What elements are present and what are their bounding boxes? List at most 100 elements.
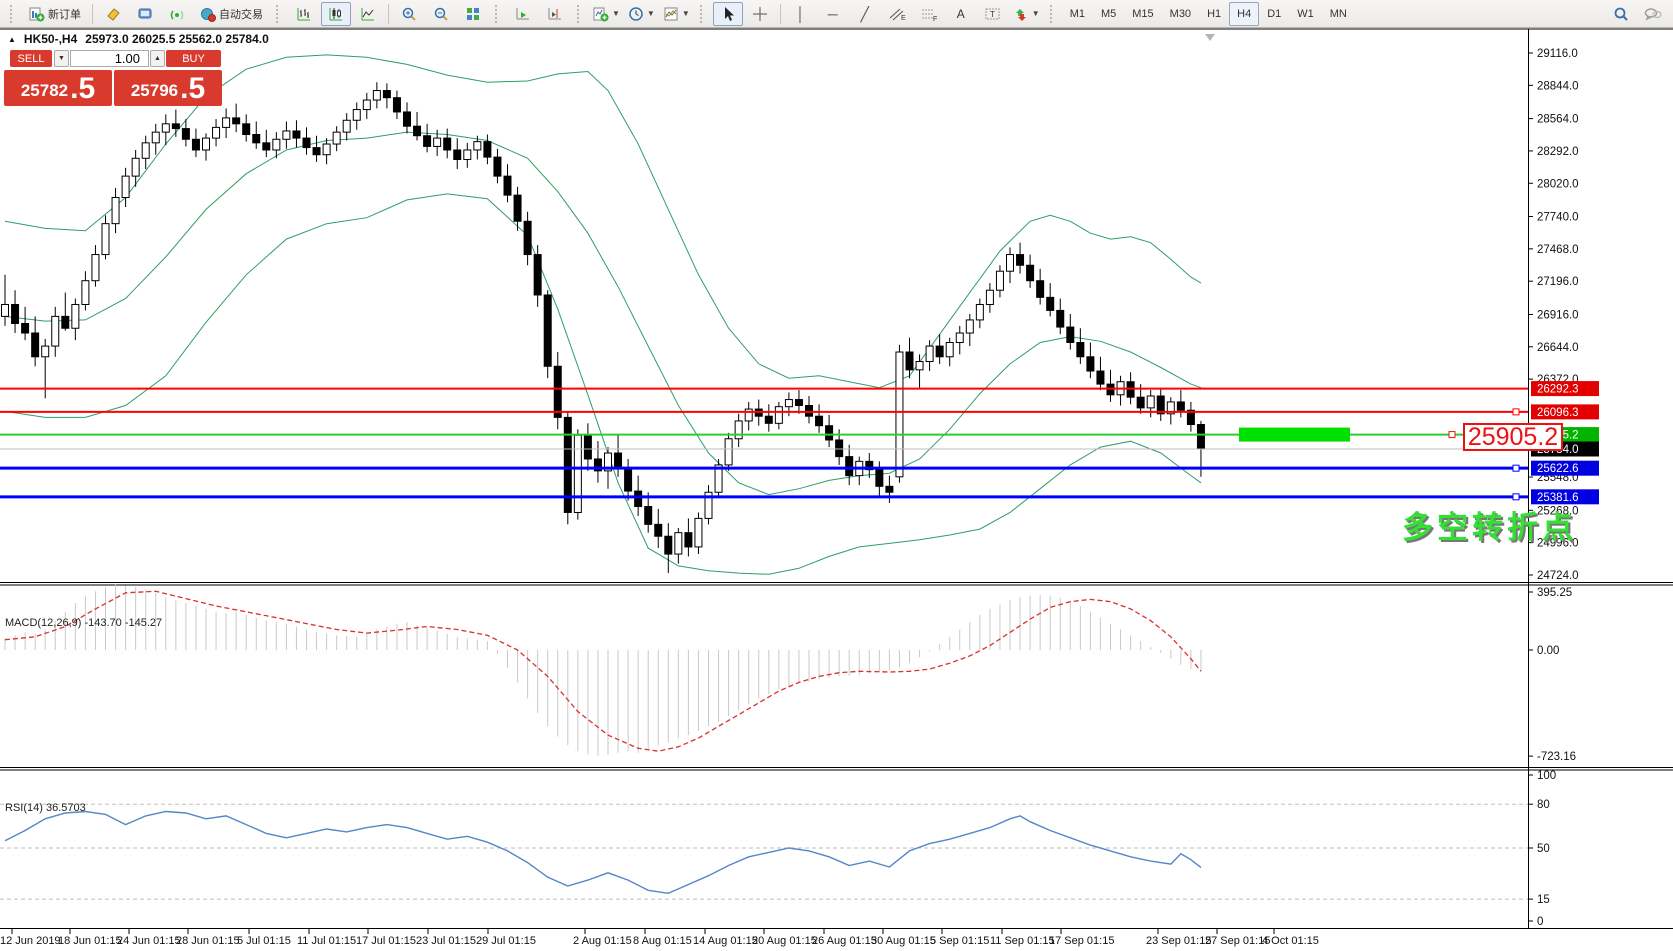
- toolbar-drag-handle[interactable]: [1049, 4, 1058, 23]
- auto-scroll-button[interactable]: [508, 2, 538, 26]
- sell-price-button[interactable]: 25782 .5: [4, 70, 112, 106]
- sell-price-main: 25782: [20, 81, 69, 100]
- timeframe-button-m1[interactable]: M1: [1062, 2, 1093, 26]
- timeframe-button-m15[interactable]: M15: [1124, 2, 1161, 26]
- line-chart-button[interactable]: [353, 2, 383, 26]
- toolbar-drag-handle[interactable]: [10, 4, 18, 23]
- date-axis-label: 30 Aug 01:15: [871, 935, 936, 947]
- chart-shift-button[interactable]: [540, 2, 570, 26]
- price-axis-tick-label: 29116.0: [1537, 48, 1578, 60]
- macd-axis-tick-label: 395.25: [1537, 587, 1572, 599]
- zoom-in-button[interactable]: [394, 2, 424, 26]
- price-axis-tick-label: 26644.0: [1537, 342, 1579, 354]
- indicators-button[interactable]: ▼: [590, 2, 623, 26]
- eraser-button[interactable]: [98, 2, 128, 26]
- zoom-out-icon: [434, 7, 448, 21]
- toolbar-drag-handle[interactable]: [577, 4, 585, 23]
- equidistant-channel-icon: E: [889, 8, 906, 22]
- periods-button[interactable]: ▼: [625, 2, 658, 26]
- timeframe-button-w1[interactable]: W1: [1289, 2, 1322, 26]
- chart-area[interactable]: MACD(12,26,9) -143.70 -145.27 395.25 0.00 -…: [0, 28, 1673, 951]
- new-order-button[interactable]: 新订单: [23, 2, 87, 26]
- crosshair-tool-button[interactable]: [745, 2, 775, 26]
- chat-icon: [1644, 7, 1662, 20]
- templates-caret: ▼: [681, 9, 690, 18]
- horizontal-line-icon: ─: [827, 5, 838, 22]
- arrows-tool-button[interactable]: ▼: [1010, 2, 1043, 26]
- svg-text:E: E: [901, 15, 906, 22]
- timeframe-button-m30[interactable]: M30: [1162, 2, 1199, 26]
- line-endpoint-handle[interactable]: [1512, 464, 1520, 472]
- channel-tool-button[interactable]: E: [882, 2, 912, 26]
- cursor-tool-button[interactable]: [712, 1, 743, 26]
- line-endpoint-handle[interactable]: [1512, 408, 1520, 416]
- fibonacci-tool-button[interactable]: F: [914, 2, 944, 26]
- trendline-tool-button[interactable]: ╱: [850, 2, 880, 26]
- date-axis-label: 28 Jun 01:15: [176, 935, 240, 947]
- chat-button[interactable]: [1638, 2, 1668, 26]
- timeframe-button-mn[interactable]: MN: [1322, 2, 1355, 26]
- volume-increase-button[interactable]: ▲: [150, 50, 165, 67]
- buy-price-button[interactable]: 25796 .5: [114, 70, 222, 106]
- candlestick-chart-button[interactable]: [321, 1, 351, 26]
- bar-chart-button[interactable]: [289, 2, 319, 26]
- new-order-icon: [29, 7, 45, 21]
- buy-button[interactable]: BUY: [166, 50, 221, 67]
- zoom-in-icon: [402, 7, 416, 21]
- date-axis-label: 20 Aug 01:15: [752, 935, 817, 947]
- arrows-icon: [1015, 8, 1026, 21]
- line-chart-icon: [361, 7, 374, 20]
- date-axis-label: 14 Aug 01:15: [693, 935, 758, 947]
- price-tag-anchor[interactable]: [1448, 431, 1456, 439]
- timeframe-button-h4[interactable]: H4: [1229, 1, 1260, 26]
- highlight-bar[interactable]: [1239, 427, 1350, 442]
- tile-windows-button[interactable]: [458, 2, 488, 26]
- search-icon: [1614, 7, 1628, 21]
- search-button[interactable]: [1606, 2, 1636, 26]
- rsi-axis-tick-label: 80: [1537, 799, 1550, 811]
- signal-button[interactable]: [162, 2, 192, 26]
- text-tool-button[interactable]: A: [946, 2, 976, 26]
- zoom-out-button[interactable]: [426, 2, 456, 26]
- text-label-icon: T: [985, 8, 1000, 19]
- price-badge-label: 26096.3: [1537, 407, 1579, 419]
- metaeditor-button[interactable]: [130, 2, 160, 26]
- rsi-axis-tick-label: 100: [1537, 770, 1556, 782]
- vertical-line-tool-button[interactable]: │: [786, 2, 816, 26]
- auto-scroll-icon: [516, 7, 529, 19]
- volume-decrease-button[interactable]: ▼: [54, 50, 69, 67]
- price-axis-tick-label: 27196.0: [1537, 276, 1579, 288]
- autotrading-button[interactable]: 自动交易: [194, 2, 269, 26]
- turning-point-annotation[interactable]: 多空转折点: [1402, 502, 1577, 547]
- date-axis-label: 29 Jul 01:15: [476, 935, 536, 947]
- timeframe-button-d1[interactable]: D1: [1259, 2, 1289, 26]
- timeframe-group: M1 M5 M15 M30 H1 H4 D1 W1 MN: [1062, 1, 1355, 26]
- eraser-icon: [107, 7, 120, 21]
- rsi-axis-tick-label: 0: [1537, 916, 1543, 928]
- vertical-line-icon: │: [796, 5, 806, 22]
- horizontal-line-tool-button[interactable]: ─: [818, 2, 848, 26]
- date-axis-label: 11 Sep 01:15: [990, 935, 1055, 947]
- clock-icon: [629, 6, 643, 21]
- date-axis-label: 17 Sep 01:15: [1049, 935, 1114, 947]
- collapse-triangle-icon[interactable]: ▲: [8, 35, 16, 44]
- timeframe-button-h1[interactable]: H1: [1199, 2, 1229, 26]
- cursor-icon: [724, 6, 734, 21]
- date-axis-label: 23 Sep 01:15: [1146, 935, 1211, 947]
- price-axis-tick-label: 28564.0: [1537, 114, 1579, 126]
- chart-symbol-period: HK50-,H4: [23, 32, 78, 46]
- timeframe-button-m5[interactable]: M5: [1093, 2, 1124, 26]
- line-endpoint-handle[interactable]: [1512, 493, 1520, 501]
- price-level-tag[interactable]: 25905.2: [1463, 423, 1563, 451]
- sell-button[interactable]: SELL: [10, 50, 52, 67]
- toolbar-drag-handle[interactable]: [276, 4, 284, 23]
- templates-button[interactable]: ▼: [660, 2, 693, 26]
- tile-windows-icon: [467, 7, 479, 20]
- buy-price-main: 25796: [130, 81, 179, 100]
- volume-input[interactable]: 1.00: [70, 50, 149, 67]
- toolbar-drag-handle[interactable]: [495, 4, 503, 23]
- main-toolbar: 新订单 自动交易 ▼ ▼ ▼ │ ─ ╱ E F A T ▼ M1 M5 M15…: [0, 0, 1673, 28]
- chart-canvas[interactable]: MACD(12,26,9) -143.70 -145.27 395.25 0.00 -…: [0, 28, 1673, 951]
- label-tool-button[interactable]: T: [978, 2, 1008, 26]
- toolbar-drag-handle[interactable]: [699, 4, 708, 23]
